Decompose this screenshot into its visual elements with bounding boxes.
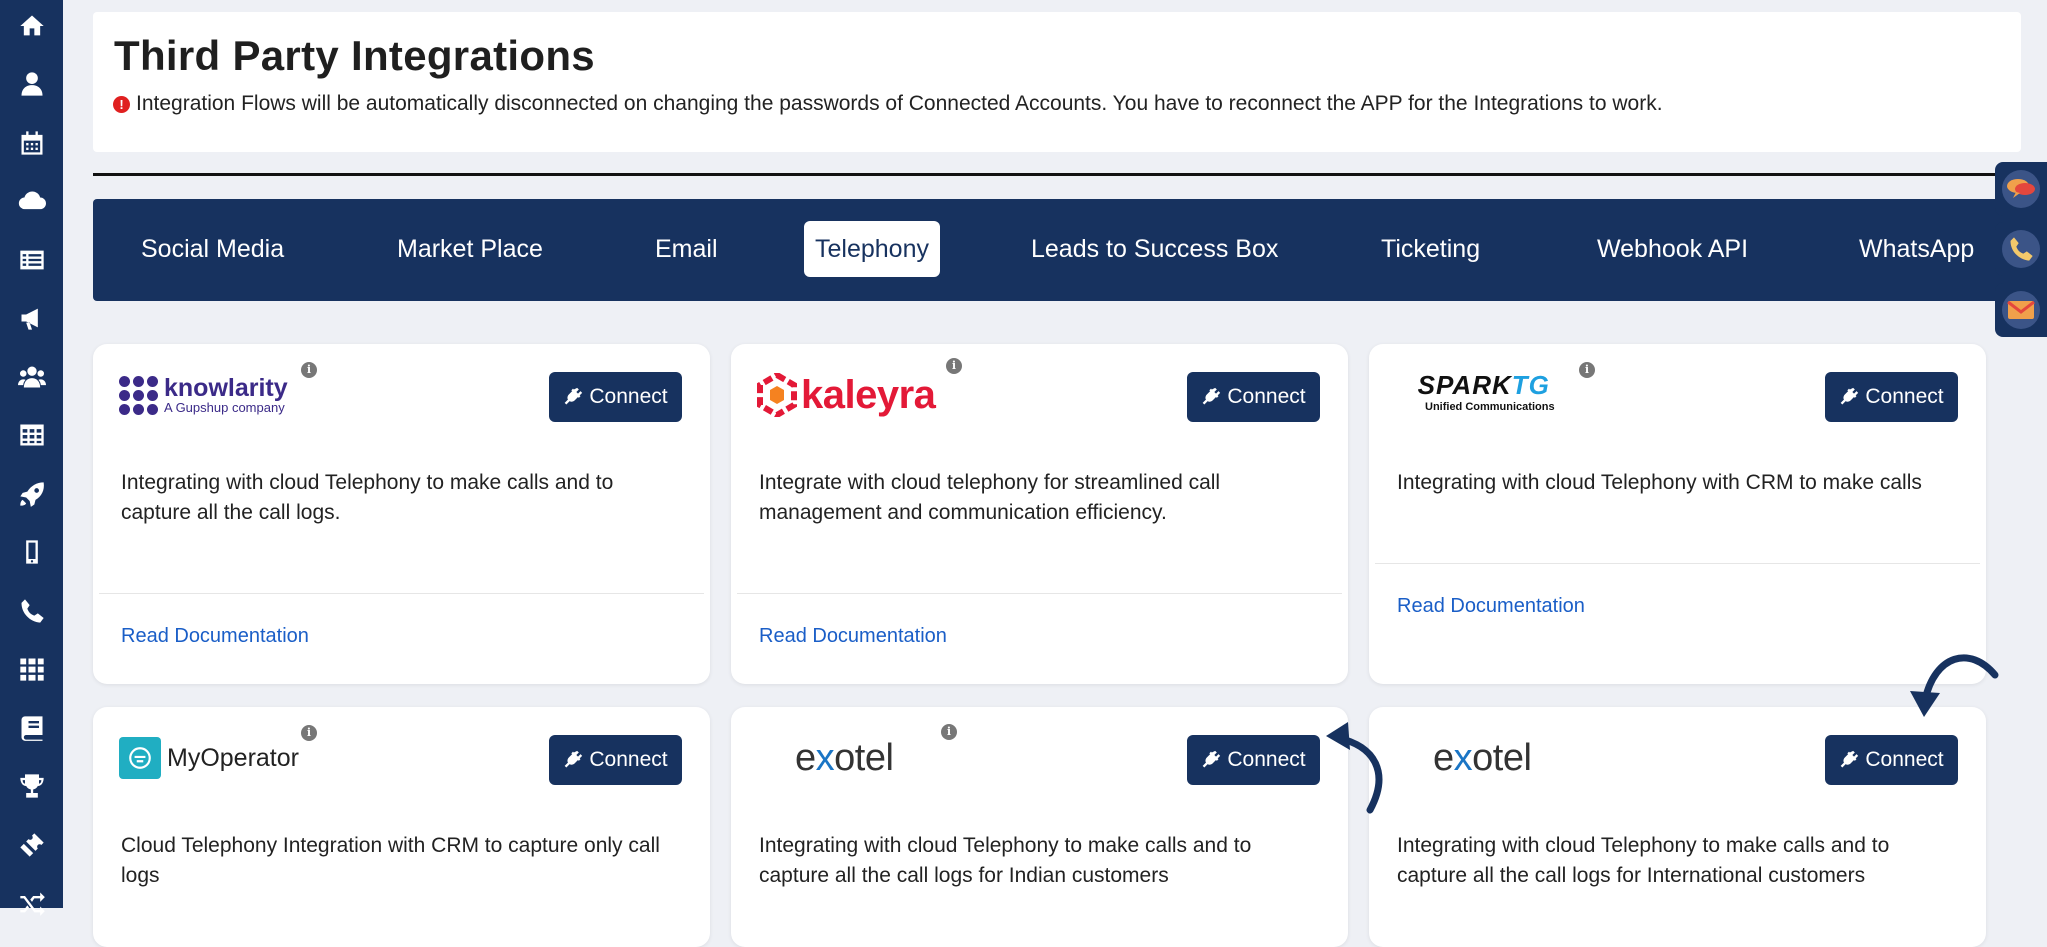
integration-card-sparktg: SPARKTG Unified Communications i Connect… — [1369, 344, 1986, 684]
info-icon[interactable]: i — [946, 358, 962, 374]
sidebar-item-team[interactable] — [0, 357, 63, 397]
sidebar-item-mobile[interactable] — [0, 532, 63, 572]
integration-category-tabs: Social Media Market Place Email Telephon… — [93, 199, 2047, 301]
info-icon[interactable]: i — [301, 725, 317, 741]
book-icon — [21, 716, 42, 741]
tab-leads-to-success-box[interactable]: Leads to Success Box — [1020, 221, 1289, 277]
sidebar-item-campaigns[interactable] — [0, 298, 63, 338]
tab-webhook-api[interactable]: Webhook API — [1586, 221, 1759, 277]
cloud-icon — [18, 191, 46, 210]
sidebar-item-home[interactable] — [0, 6, 63, 46]
shuffle-icon — [19, 892, 45, 916]
phone-call-icon — [2010, 237, 2033, 261]
connect-button[interactable]: Connect — [1187, 372, 1320, 422]
card-description: Integrating with cloud Telephony to make… — [759, 834, 1252, 887]
card-description: Integrate with cloud telephony for strea… — [759, 471, 1221, 524]
exclamation-icon: ! — [113, 95, 130, 113]
read-documentation-link[interactable]: Read Documentation — [121, 625, 309, 648]
notice-text: Integration Flows will be automatically … — [136, 92, 1663, 115]
plug-icon — [1841, 750, 1859, 768]
mail-icon — [2007, 300, 2035, 319]
integration-card-knowlarity: knowlarity A Gupshup company i Connect I… — [93, 344, 710, 684]
sidebar-item-cloud[interactable] — [0, 181, 63, 221]
connect-button[interactable]: Connect — [1825, 735, 1958, 785]
page-title: Third Party Integrations — [114, 32, 595, 79]
list-icon — [19, 250, 44, 270]
tab-whatsapp[interactable]: WhatsApp — [1848, 221, 1985, 277]
connect-button[interactable]: Connect — [549, 372, 682, 422]
sidebar-item-tickets[interactable] — [0, 825, 63, 865]
exotel-logo: exotel — [1433, 736, 1532, 779]
user-icon — [21, 72, 42, 96]
tab-social-media[interactable]: Social Media — [130, 221, 295, 277]
page-header: Third Party Integrations ! Integration F… — [93, 12, 2021, 152]
sidebar-item-launch[interactable] — [0, 474, 63, 514]
sidebar-item-list[interactable] — [0, 240, 63, 280]
sidebar-item-profile[interactable] — [0, 64, 63, 104]
sparktg-logo: SPARKTG Unified Communications — [1417, 370, 1555, 413]
plug-icon — [565, 750, 583, 768]
apps-grid-icon — [19, 658, 44, 681]
calendar-icon — [21, 131, 42, 155]
plug-icon — [1203, 387, 1221, 405]
integration-card-exotel-india: exotel i Connect Integrating with cloud … — [731, 707, 1348, 947]
plug-icon — [565, 387, 583, 405]
sidebar-item-knowledge[interactable] — [0, 708, 63, 748]
info-icon[interactable]: i — [301, 362, 317, 378]
home-icon — [19, 15, 44, 36]
phone-icon — [21, 599, 44, 623]
kaleyra-logo: kaleyra — [757, 370, 936, 420]
card-description: Integrating with cloud Telephony to make… — [121, 471, 614, 524]
annotation-arrow-left — [1326, 722, 1383, 814]
plug-icon — [1841, 387, 1859, 405]
ticket-icon — [19, 833, 44, 857]
rocket-icon — [19, 482, 44, 507]
exotel-logo: exotel — [795, 736, 894, 779]
integration-card-myoperator: MyOperator i Connect Cloud Telephony Int… — [93, 707, 710, 947]
chat-widget[interactable] — [1995, 162, 2047, 216]
sidebar-item-table[interactable] — [0, 415, 63, 455]
sidebar-item-workflow[interactable] — [0, 883, 63, 923]
card-description: Cloud Telephony Integration with CRM to … — [121, 834, 660, 887]
myoperator-logo: MyOperator — [119, 733, 299, 783]
read-documentation-link[interactable]: Read Documentation — [759, 625, 947, 648]
card-description: Integrating with cloud Telephony with CR… — [1397, 471, 1922, 494]
mail-widget[interactable] — [1995, 283, 2047, 337]
trophy-icon — [19, 774, 44, 798]
info-icon[interactable]: i — [941, 724, 957, 740]
tab-ticketing[interactable]: Ticketing — [1370, 221, 1491, 277]
users-icon — [17, 366, 46, 388]
integration-card-exotel-international: exotel Connect Integrating with cloud Te… — [1369, 707, 1986, 947]
mobile-icon — [25, 540, 38, 564]
warning-notice: ! Integration Flows will be automaticall… — [113, 92, 1663, 116]
megaphone-icon — [21, 308, 38, 330]
plug-icon — [1203, 750, 1221, 768]
chat-bubbles-icon — [2007, 179, 2035, 198]
annotation-arrow-right — [1910, 654, 1999, 717]
tab-telephony[interactable]: Telephony — [804, 221, 940, 277]
card-description: Integrating with cloud Telephony to make… — [1397, 834, 1890, 887]
table-icon — [19, 424, 44, 446]
sidebar-item-calendar[interactable] — [0, 123, 63, 163]
header-divider — [93, 173, 2047, 176]
sidebar-item-apps[interactable] — [0, 649, 63, 689]
sidebar-item-achievements[interactable] — [0, 766, 63, 806]
knowlarity-logo: knowlarity A Gupshup company — [119, 370, 288, 420]
tab-market-place[interactable]: Market Place — [386, 221, 554, 277]
sidebar-item-calls[interactable] — [0, 591, 63, 631]
connect-button[interactable]: Connect — [1825, 372, 1958, 422]
connect-button[interactable]: Connect — [549, 735, 682, 785]
tab-email[interactable]: Email — [644, 221, 729, 277]
call-widget[interactable] — [1995, 222, 2047, 276]
info-icon[interactable]: i — [1579, 362, 1595, 378]
left-sidebar — [0, 0, 63, 916]
connect-button[interactable]: Connect — [1187, 735, 1320, 785]
read-documentation-link[interactable]: Read Documentation — [1397, 595, 1585, 618]
integration-card-kaleyra: kaleyra i Connect Integrate with cloud t… — [731, 344, 1348, 684]
